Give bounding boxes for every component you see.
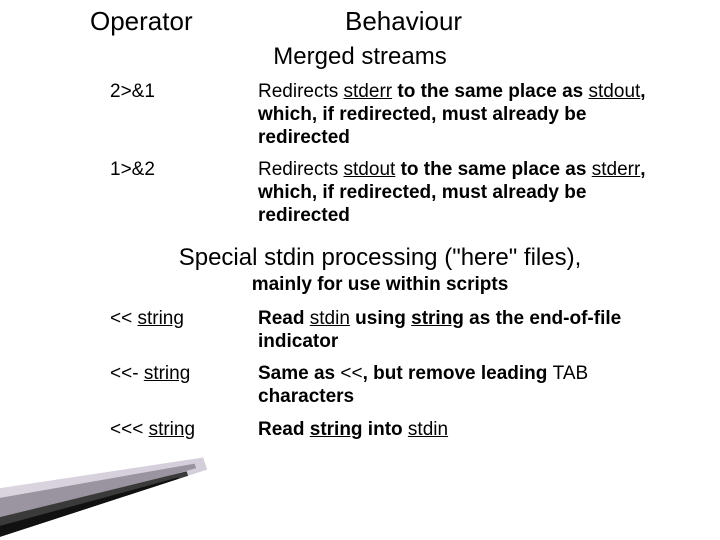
here-files-table: << string Read stdin using string as the… xyxy=(110,304,670,448)
desc-code: stdin xyxy=(310,308,350,329)
slide: Operator Behaviour Merged streams 2>&1 R… xyxy=(0,0,720,540)
operator-cell: <<< string xyxy=(110,415,258,448)
op-arg: string xyxy=(144,363,190,384)
behaviour-cell: Read string into stdin xyxy=(258,415,670,448)
desc-text: , but remove leading xyxy=(363,363,553,384)
op-symbol: <<- xyxy=(110,363,144,384)
merged-streams-table: 2>&1 Redirects stderr to the same place … xyxy=(110,77,670,234)
section-here-files-title: Special stdin processing ("here" files), xyxy=(0,244,720,272)
table-row: <<- string Same as <<, but remove leadin… xyxy=(110,359,670,415)
op-symbol: <<< xyxy=(110,419,149,440)
section-here-files-subtitle: mainly for use within scripts xyxy=(0,274,720,296)
desc-arg: TAB xyxy=(553,363,589,384)
desc-arg: stdin xyxy=(408,419,448,440)
behaviour-cell: Redirects stdout to the same place as st… xyxy=(258,155,670,233)
table-row: 1>&2 Redirects stdout to the same place … xyxy=(110,155,670,233)
column-headers: Operator Behaviour xyxy=(0,0,720,37)
desc-code: stderr xyxy=(592,159,641,180)
operator-cell: <<- string xyxy=(110,359,258,415)
op-symbol: << xyxy=(110,308,137,329)
desc-code: stderr xyxy=(344,81,393,102)
desc-code: stdout xyxy=(589,81,641,102)
desc-text: Redirects xyxy=(258,81,344,102)
desc-code: << xyxy=(340,363,362,384)
desc-text: Same as xyxy=(258,363,340,384)
table-row: << string Read stdin using string as the… xyxy=(110,304,670,360)
behaviour-cell: Read stdin using string as the end-of-fi… xyxy=(258,304,670,360)
table-row: <<< string Read string into stdin xyxy=(110,415,670,448)
header-operator: Operator xyxy=(90,6,290,37)
operator-cell: 1>&2 xyxy=(110,155,258,233)
desc-text: to the same place as xyxy=(392,81,588,102)
desc-text: Redirects xyxy=(258,159,344,180)
operator-cell: << string xyxy=(110,304,258,360)
desc-text: characters xyxy=(258,386,354,407)
desc-code: string xyxy=(310,419,363,440)
table-row: 2>&1 Redirects stderr to the same place … xyxy=(110,77,670,155)
desc-text: Read xyxy=(258,308,310,329)
desc-arg: string xyxy=(411,308,464,329)
op-arg: string xyxy=(137,308,183,329)
behaviour-cell: Redirects stderr to the same place as st… xyxy=(258,77,670,155)
section-merged-streams-title: Merged streams xyxy=(0,43,720,71)
header-behaviour: Behaviour xyxy=(290,6,680,37)
desc-text: into xyxy=(363,419,408,440)
desc-text: Read xyxy=(258,419,310,440)
desc-text: to the same place as xyxy=(395,159,591,180)
behaviour-cell: Same as <<, but remove leading TAB chara… xyxy=(258,359,670,415)
operator-cell: 2>&1 xyxy=(110,77,258,155)
desc-code: stdout xyxy=(344,159,396,180)
desc-text: using xyxy=(350,308,411,329)
op-arg: string xyxy=(149,419,195,440)
